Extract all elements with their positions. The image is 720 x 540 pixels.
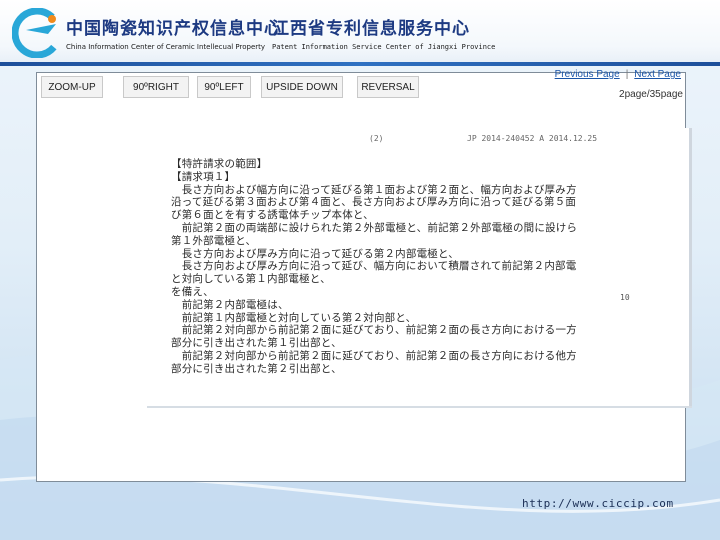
claims-line: 【特許請求の範囲】 (171, 158, 268, 170)
publication-ref: JP 2014-240452 A 2014.12.25 (467, 134, 598, 143)
claims-line: 長さ方向および厚み方向に沿って延び、幅方向において積層されて前記第２内部電極 (171, 260, 576, 273)
claims-line: と対向している第１内部電極と、 (171, 273, 331, 286)
left-org-name-en: China Information Center of Ceramic Inte… (66, 43, 266, 51)
claims-line: 部分に引き出された第１引出部と、 (171, 337, 342, 350)
reversal-button[interactable]: REVERSAL (357, 76, 419, 98)
claims-line: 前記第２対向部から前記第２面に延びており、前記第２面の長さ方向における一方側 (171, 324, 576, 337)
pager-links: Previous Page | Next Page (555, 69, 681, 80)
ciccip-logo (12, 8, 62, 58)
claims-line: を備え、 (171, 285, 214, 298)
claims-text: 【特許請求の範囲】 【請求項１】 長さ方向および幅方向に沿って延びる第１面および… (171, 158, 576, 376)
document-viewer: ZOOM-UP 90ºRIGHT 90ºLEFT UPSIDE DOWN REV… (36, 69, 692, 482)
page-edge (147, 406, 692, 408)
claims-line: 部分に引き出された第２引出部と、 (171, 362, 342, 375)
claims-line: 前記第２対向部から前記第２面に延びており、前記第２面の長さ方向における他方側 (171, 349, 576, 362)
right-org-name-en: Patent Information Service Center of Jia… (272, 43, 496, 51)
left-org-name-cn: 中国陶瓷知识产权信息中心 (66, 19, 282, 39)
line-number: 10 (620, 293, 630, 302)
upside-down-button[interactable]: UPSIDE DOWN (261, 76, 343, 98)
page-marker: (2) (369, 134, 384, 143)
claims-line: 前記第２内部電極は、 (171, 298, 289, 311)
claims-line: 長さ方向および厚み方向に沿って延びる第２内部電極と、 (171, 247, 459, 260)
claims-line: 沿って延びる第３面および第４面と、長さ方向および厚み方向に沿って延びる第５面およ (171, 196, 576, 209)
footer-url[interactable]: http://www.ciccip.com (522, 497, 674, 510)
claims-line: 長さ方向および幅方向に沿って延びる第１面および第２面と、幅方向および厚み方向に (171, 183, 576, 196)
claims-line: 第１外部電極と、 (171, 234, 257, 247)
previous-page-link[interactable]: Previous Page (555, 69, 620, 80)
claims-line: 前記第１内部電極と対向している第２対向部と、 (171, 311, 417, 324)
pager-separator: | (625, 69, 629, 80)
rotate-right-button[interactable]: 90ºRIGHT (123, 76, 189, 98)
page-count: 2page/35page (619, 89, 683, 100)
claims-line: 【請求項１】 (171, 170, 236, 183)
right-org-name-cn: 江西省专利信息服务中心 (272, 19, 470, 39)
scanned-page: (2) JP 2014-240452 A 2014.12.25 【特許請求の範囲… (147, 128, 692, 408)
next-page-link[interactable]: Next Page (634, 69, 681, 80)
rotate-left-button[interactable]: 90ºLEFT (197, 76, 251, 98)
page-edge (689, 128, 692, 408)
claims-line: び第６面とを有する誘電体チップ本体と、 (171, 209, 374, 222)
header-rule (0, 62, 720, 66)
site-header: 中国陶瓷知识产权信息中心 China Information Center of… (0, 0, 720, 66)
zoom-up-button[interactable]: ZOOM-UP (41, 76, 103, 98)
claims-line: 前記第２面の両端部に設けられた第２外部電極と、前記第２外部電極の間に設けられた (171, 221, 576, 234)
